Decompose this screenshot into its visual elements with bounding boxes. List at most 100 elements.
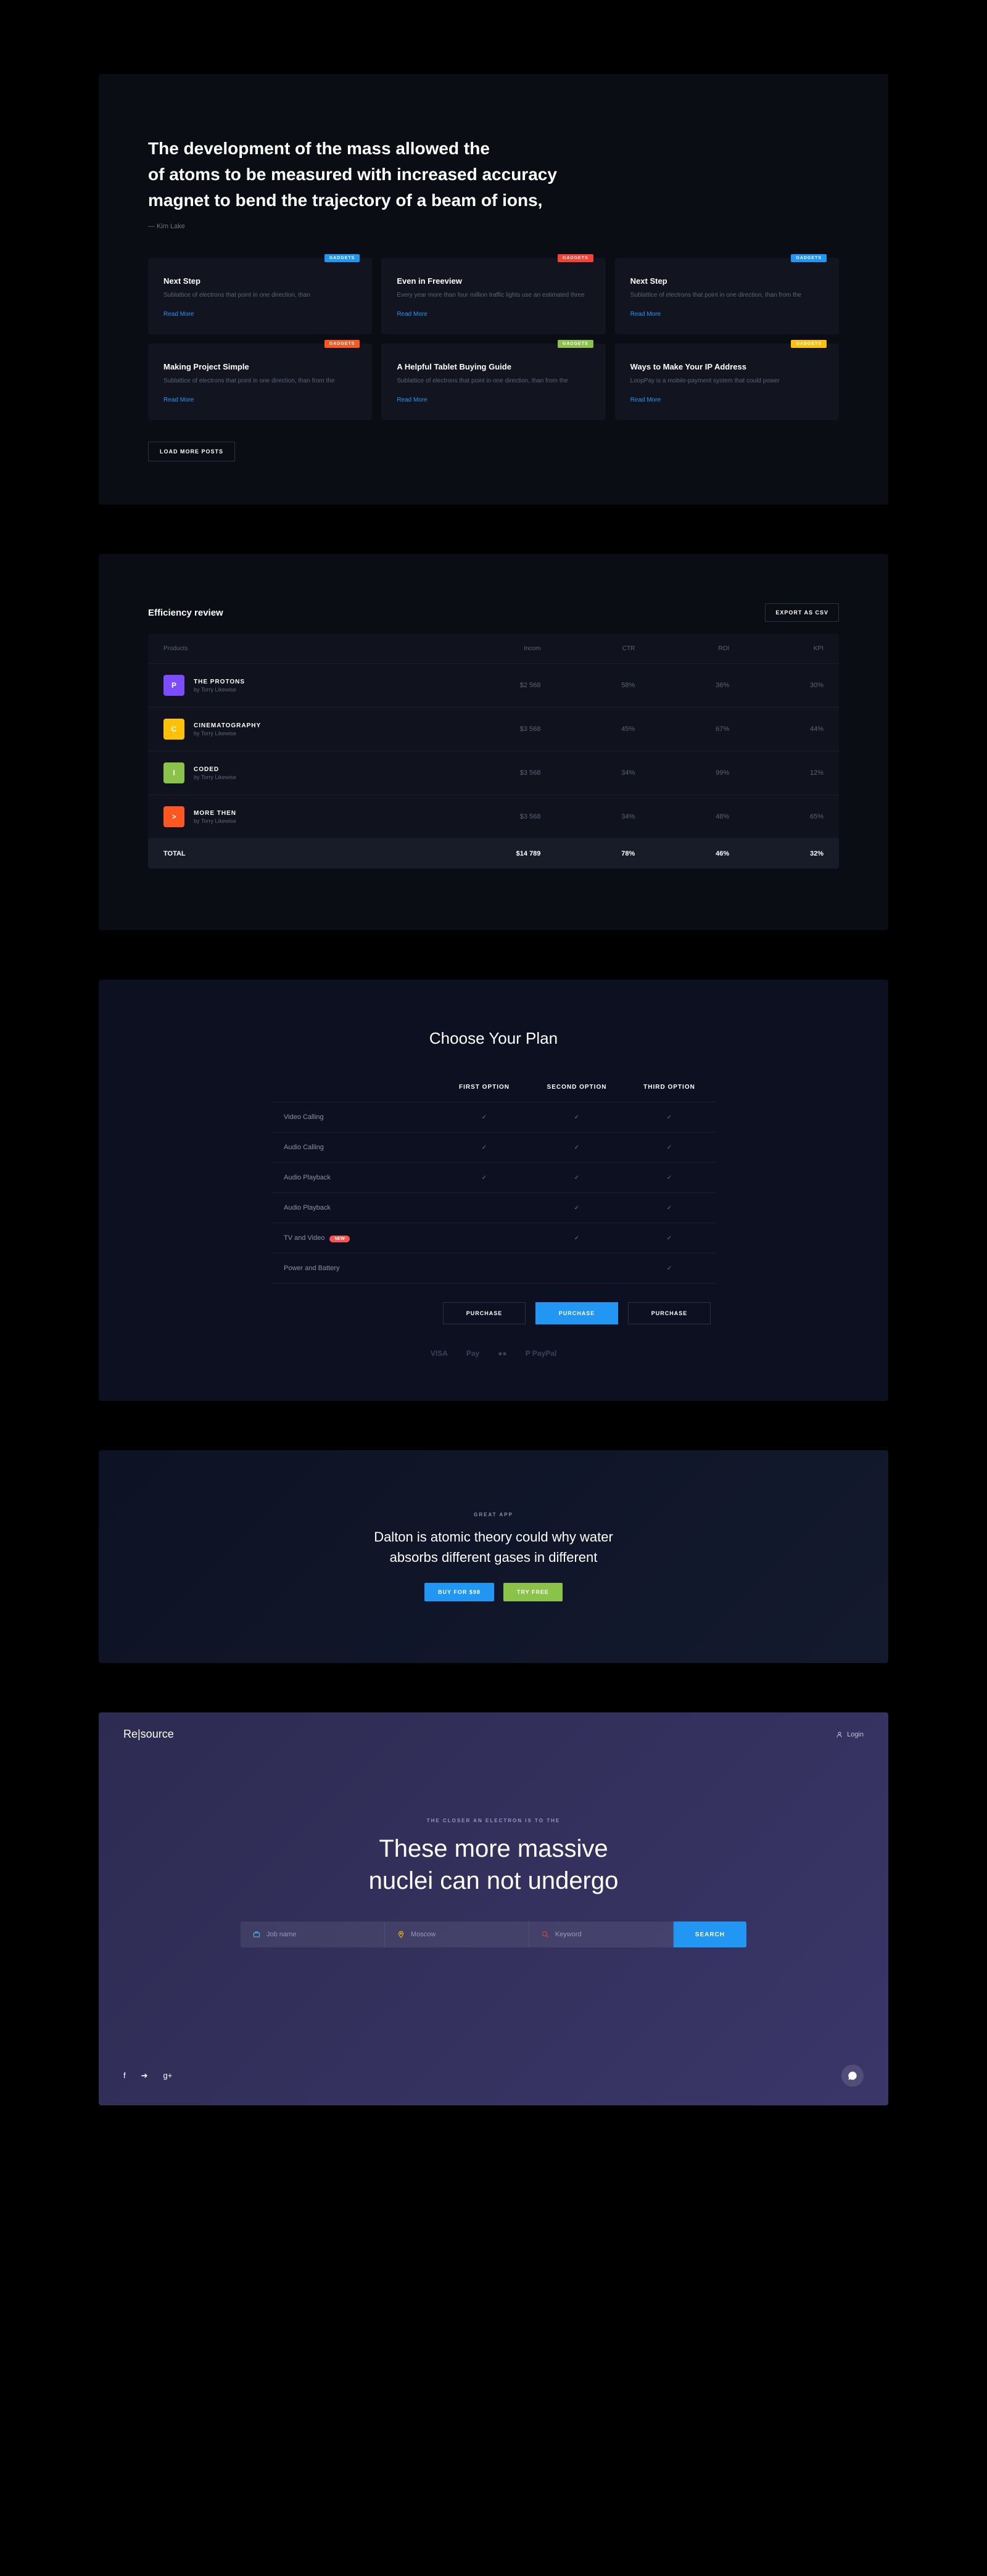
check-icon bbox=[438, 1227, 531, 1249]
card-description: Sublattice of electrons that point in on… bbox=[163, 376, 357, 386]
quote: The development of the mass allowed the … bbox=[148, 136, 839, 213]
table-header-row: Products Incom CTR ROI KPI bbox=[148, 634, 839, 664]
location-input[interactable] bbox=[411, 1931, 516, 1938]
check-icon: ✓ bbox=[623, 1194, 716, 1223]
nav-bar: Re|source Login bbox=[99, 1712, 888, 1756]
facebook-icon[interactable]: f bbox=[123, 2071, 126, 2081]
mastercard-icon: ●● bbox=[498, 1349, 507, 1358]
plan-col-2: SECOND OPTION bbox=[531, 1073, 623, 1102]
category-badge: GADGETS bbox=[324, 254, 360, 262]
pricing-header-row: FIRST OPTION SECOND OPTION THIRD OPTION bbox=[271, 1073, 716, 1102]
try-free-button[interactable]: TRY FREE bbox=[503, 1583, 563, 1601]
purchase-button-2[interactable]: PURCHASE bbox=[535, 1302, 618, 1324]
feature-row: Audio Playback ✓ ✓ bbox=[271, 1193, 716, 1223]
job-field[interactable] bbox=[241, 1922, 385, 1947]
read-more-link[interactable]: Read More bbox=[630, 397, 661, 403]
chat-button[interactable] bbox=[841, 2065, 864, 2087]
payment-logos: VISA Pay ●● P PayPal bbox=[136, 1349, 851, 1358]
blog-card[interactable]: GADGETS Next Step Sublattice of electron… bbox=[615, 258, 839, 334]
visa-icon: VISA bbox=[431, 1349, 448, 1358]
feature-name: TV and VideoNEW bbox=[271, 1223, 438, 1253]
read-more-link[interactable]: Read More bbox=[163, 311, 194, 318]
hero-eyebrow: THE CLOSER AN ELECTRON IS TO THE bbox=[123, 1818, 864, 1823]
col-kpi: KPI bbox=[729, 645, 824, 652]
app-description: Dalton is atomic theory could why water … bbox=[136, 1527, 851, 1567]
cell-roi: 99% bbox=[635, 769, 729, 777]
feature-row: Power and Battery ✓ bbox=[271, 1253, 716, 1284]
blog-card[interactable]: GADGETS Next Step Sublattice of electron… bbox=[148, 258, 372, 334]
cell-ctr: 34% bbox=[540, 769, 635, 777]
table-row[interactable]: P THE PROTONS by Torry Likewise $2 568 5… bbox=[148, 664, 839, 708]
total-roi: 46% bbox=[635, 850, 729, 857]
load-more-button[interactable]: LOAD MORE POSTS bbox=[148, 442, 235, 461]
check-icon: ✓ bbox=[438, 1103, 531, 1132]
read-more-link[interactable]: Read More bbox=[630, 311, 661, 318]
read-more-link[interactable]: Read More bbox=[397, 311, 427, 318]
buy-button[interactable]: BUY FOR $98 bbox=[424, 1583, 494, 1601]
feature-row: Audio Calling ✓ ✓ ✓ bbox=[271, 1133, 716, 1163]
cell-incom: $3 568 bbox=[447, 813, 541, 820]
pricing-section: Choose Your Plan FIRST OPTION SECOND OPT… bbox=[99, 980, 888, 1401]
plan-col-3: THIRD OPTION bbox=[623, 1073, 716, 1102]
table-title: Efficiency review bbox=[148, 608, 223, 618]
twitter-icon[interactable]: ➔ bbox=[141, 2071, 148, 2081]
card-title: Making Project Simple bbox=[163, 362, 357, 371]
read-more-link[interactable]: Read More bbox=[163, 397, 194, 403]
card-description: Sublattice of electrons that point in on… bbox=[163, 291, 357, 300]
product-author: by Torry Likewise bbox=[194, 774, 236, 780]
table-row[interactable]: I CODED by Torry Likewise $3 568 34% 99%… bbox=[148, 751, 839, 795]
check-icon: ✓ bbox=[623, 1163, 716, 1192]
chat-icon bbox=[848, 2071, 857, 2081]
keyword-field[interactable] bbox=[529, 1922, 674, 1947]
purchase-button-1[interactable]: PURCHASE bbox=[443, 1302, 526, 1324]
location-field[interactable] bbox=[385, 1922, 529, 1947]
quote-author: — Kim Lake bbox=[148, 223, 839, 230]
hero: THE CLOSER AN ELECTRON IS TO THE These m… bbox=[99, 1756, 888, 1984]
keyword-input[interactable] bbox=[555, 1931, 661, 1938]
check-icon: ✓ bbox=[623, 1103, 716, 1132]
blog-card[interactable]: GADGETS Making Project Simple Sublattice… bbox=[148, 344, 372, 420]
read-more-link[interactable]: Read More bbox=[397, 397, 427, 403]
category-badge: GADGETS bbox=[791, 254, 827, 262]
check-icon: ✓ bbox=[623, 1133, 716, 1162]
product-author: by Torry Likewise bbox=[194, 687, 245, 693]
cell-ctr: 45% bbox=[540, 725, 635, 733]
resource-hero-section: Re|source Login THE CLOSER AN ELECTRON I… bbox=[99, 1712, 888, 2105]
briefcase-icon bbox=[253, 1931, 260, 1938]
efficiency-table: Products Incom CTR ROI KPI P THE PROTONS… bbox=[148, 634, 839, 869]
total-kpi: 32% bbox=[729, 850, 824, 857]
search-button[interactable]: SEARCH bbox=[674, 1922, 746, 1947]
pricing-table: FIRST OPTION SECOND OPTION THIRD OPTION … bbox=[271, 1073, 716, 1284]
logo[interactable]: Re|source bbox=[123, 1728, 174, 1741]
col-ctr: CTR bbox=[540, 645, 635, 652]
google-plus-icon[interactable]: g+ bbox=[163, 2071, 173, 2081]
feature-name: Audio Calling bbox=[271, 1133, 438, 1162]
table-row[interactable]: > MORE THEN by Torry Likewise $3 568 34%… bbox=[148, 795, 839, 839]
product-icon: P bbox=[163, 675, 184, 696]
purchase-button-3[interactable]: PURCHASE bbox=[628, 1302, 711, 1324]
total-label: TOTAL bbox=[163, 850, 447, 857]
cell-incom: $3 568 bbox=[447, 725, 541, 733]
cell-kpi: 30% bbox=[729, 682, 824, 689]
user-icon bbox=[836, 1731, 843, 1738]
paypal-icon: P PayPal bbox=[526, 1349, 557, 1358]
product-name: MORE THEN bbox=[194, 810, 236, 817]
job-input[interactable] bbox=[266, 1931, 372, 1938]
blog-card[interactable]: GADGETS Even in Freeview Every year more… bbox=[381, 258, 605, 334]
feature-row: Audio Playback ✓ ✓ ✓ bbox=[271, 1163, 716, 1193]
purchase-buttons: PURCHASE PURCHASE PURCHASE bbox=[271, 1302, 716, 1324]
product-name: CINEMATOGRAPHY bbox=[194, 722, 261, 729]
category-badge: GADGETS bbox=[324, 340, 360, 348]
table-row[interactable]: C CINEMATOGRAPHY by Torry Likewise $3 56… bbox=[148, 708, 839, 751]
feature-row: TV and VideoNEW ✓ ✓ bbox=[271, 1223, 716, 1253]
check-icon: ✓ bbox=[531, 1133, 623, 1162]
check-icon: ✓ bbox=[531, 1224, 623, 1253]
check-icon: ✓ bbox=[623, 1254, 716, 1283]
blog-card[interactable]: GADGETS A Helpful Tablet Buying Guide Su… bbox=[381, 344, 605, 420]
card-description: Sublattice of electrons that point in on… bbox=[397, 376, 590, 386]
login-link[interactable]: Login bbox=[836, 1731, 864, 1738]
blog-section: The development of the mass allowed the … bbox=[99, 74, 888, 505]
export-csv-button[interactable]: EXPORT AS CSV bbox=[765, 603, 839, 622]
cell-ctr: 34% bbox=[540, 813, 635, 820]
blog-card[interactable]: GADGETS Ways to Make Your IP Address Loo… bbox=[615, 344, 839, 420]
